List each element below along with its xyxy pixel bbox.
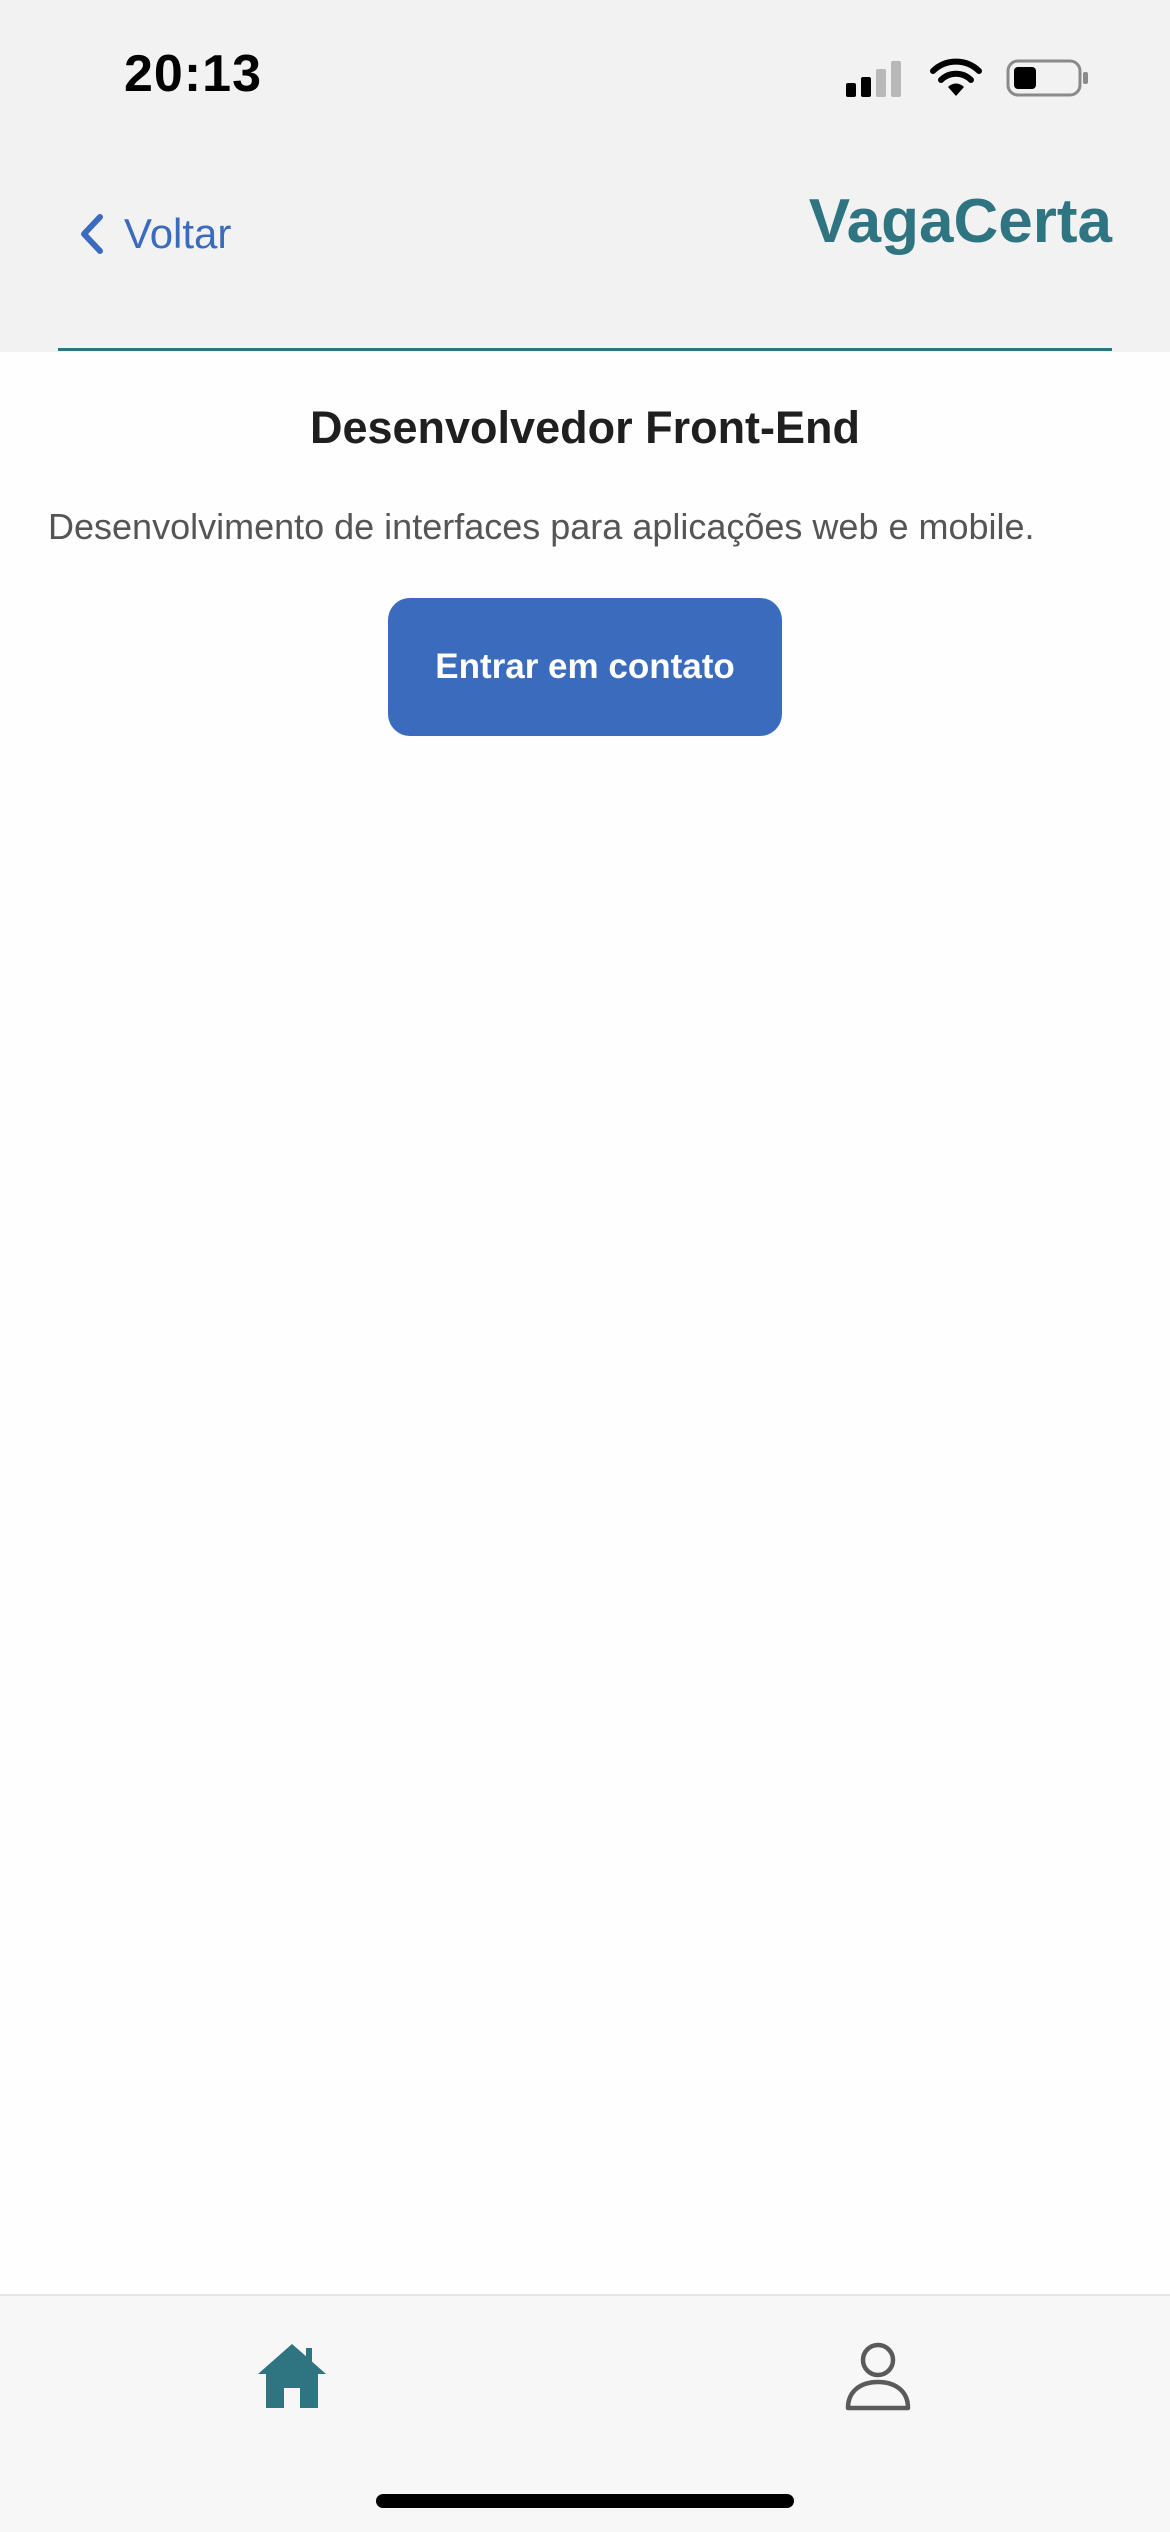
wifi-icon <box>930 58 982 96</box>
header-divider <box>58 348 1112 351</box>
status-icons <box>846 56 1090 100</box>
home-icon <box>258 2344 326 2408</box>
signal-icon <box>846 59 906 97</box>
tab-home[interactable] <box>252 2336 332 2416</box>
user-icon <box>845 2342 911 2411</box>
home-indicator <box>376 2494 794 2508</box>
job-title: Desenvolvedor Front-End <box>309 402 861 453</box>
navigation-header: Voltar VagaCerta <box>0 180 1170 290</box>
back-button[interactable]: Voltar <box>76 210 231 258</box>
tab-profile[interactable] <box>838 2336 918 2416</box>
bottom-tab-bar <box>0 2294 1170 2532</box>
top-header-area: 20:13 Voltar VagaCerta <box>0 0 1170 352</box>
job-description: Desenvolvimento de interfaces para aplic… <box>48 506 1035 547</box>
chevron-left-icon <box>81 214 103 254</box>
back-label: Voltar <box>124 210 232 257</box>
app-screen: 20:13 Voltar VagaCerta Desenvolvedor Fro… <box>0 0 1170 2532</box>
status-time: 20:13 <box>124 45 262 103</box>
battery-icon <box>1006 59 1088 97</box>
brand-title: VagaCerta <box>808 187 1112 256</box>
contact-button[interactable]: Entrar em contato <box>388 598 782 736</box>
